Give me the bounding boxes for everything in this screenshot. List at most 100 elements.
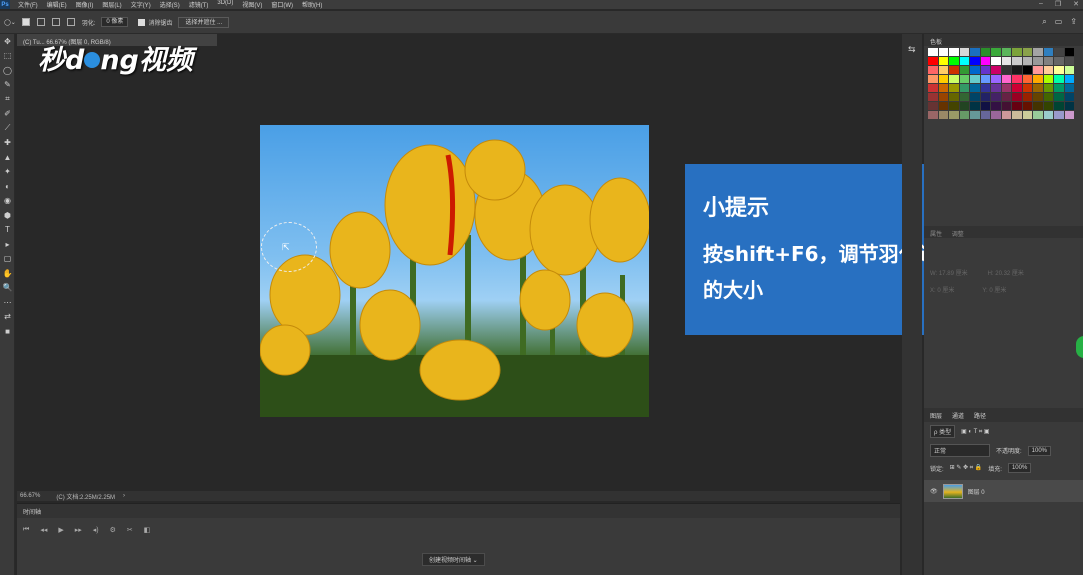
color-swatch[interactable] [928, 93, 938, 101]
color-swatch[interactable] [1064, 66, 1074, 74]
color-swatch[interactable] [949, 57, 959, 65]
tool-icon[interactable]: T [0, 223, 15, 238]
color-swatch[interactable] [1043, 48, 1053, 56]
close-icon[interactable]: ✕ [1073, 0, 1079, 8]
color-swatch[interactable] [938, 102, 948, 110]
color-swatch[interactable] [1022, 102, 1032, 110]
tool-icon[interactable]: ▢ [0, 252, 15, 267]
color-swatch[interactable] [1064, 93, 1074, 101]
menu-item[interactable]: 选择(S) [160, 0, 180, 9]
tool-icon[interactable]: ✎ [0, 78, 15, 93]
tool-icon[interactable]: ⋯ [0, 295, 15, 310]
tool-icon[interactable]: ✋ [0, 266, 15, 281]
prev-frame-icon[interactable]: ◂◂ [40, 526, 47, 534]
layer-row[interactable]: 👁 图层 0 [924, 480, 1083, 502]
tool-icon[interactable]: ✦ [0, 165, 15, 180]
color-swatch[interactable] [991, 75, 1001, 83]
color-swatch[interactable] [1064, 48, 1074, 56]
menu-item[interactable]: 文字(Y) [131, 0, 151, 9]
audio-icon[interactable]: ◂) [93, 526, 99, 534]
subtract-selection-icon[interactable] [51, 18, 60, 26]
menu-item[interactable]: 编辑(E) [47, 0, 67, 9]
tulip-photo[interactable] [260, 125, 649, 417]
color-swatch[interactable] [949, 75, 959, 83]
color-swatch[interactable] [1012, 111, 1022, 119]
tab-paths[interactable]: 路径 [974, 411, 986, 420]
tool-icon[interactable]: ⬚ [0, 49, 15, 64]
color-swatch[interactable] [970, 48, 980, 56]
tool-icon[interactable]: ◯ [0, 63, 15, 78]
color-swatch[interactable] [959, 48, 969, 56]
zoom-level[interactable]: 66.67% [20, 493, 40, 499]
color-swatch[interactable] [928, 48, 938, 56]
next-frame-icon[interactable]: ▸▸ [75, 526, 82, 534]
properties-y[interactable]: Y: 0 厘米 [982, 285, 1006, 294]
color-swatch[interactable] [928, 111, 938, 119]
color-swatch[interactable] [959, 84, 969, 92]
tab-layers[interactable]: 图层 [930, 411, 942, 420]
menu-item[interactable]: 图层(L) [102, 0, 121, 9]
color-swatch[interactable] [1001, 102, 1011, 110]
search-icon[interactable]: ⌕ [1042, 17, 1046, 27]
layer-name[interactable]: 图层 0 [968, 487, 985, 496]
color-swatch[interactable] [1033, 66, 1043, 74]
color-swatch[interactable] [991, 57, 1001, 65]
color-swatch[interactable] [1012, 93, 1022, 101]
first-frame-icon[interactable]: ⏮ [23, 526, 29, 534]
color-swatch[interactable] [1012, 48, 1022, 56]
history-icon[interactable]: ⇆ [902, 34, 922, 55]
color-swatch[interactable] [980, 111, 990, 119]
color-swatch[interactable] [991, 66, 1001, 74]
color-swatch[interactable] [1033, 48, 1043, 56]
tool-icon[interactable]: ✐ [0, 107, 15, 122]
fill-input[interactable]: 100% [1007, 463, 1032, 473]
settings-icon[interactable]: ⚙ [110, 526, 116, 534]
color-swatch[interactable] [1043, 75, 1053, 83]
menu-item[interactable]: 3D(D) [217, 0, 233, 9]
properties-x[interactable]: X: 0 厘米 [930, 285, 954, 294]
color-swatch[interactable] [1033, 111, 1043, 119]
color-swatch[interactable] [1064, 84, 1074, 92]
color-swatch[interactable] [1043, 84, 1053, 92]
split-icon[interactable]: ✂ [127, 526, 133, 534]
tool-icon[interactable]: ✚ [0, 136, 15, 151]
minimize-icon[interactable]: – [1039, 0, 1043, 8]
workspace-icon[interactable]: ▭ [1055, 17, 1063, 27]
color-swatch[interactable] [970, 102, 980, 110]
color-swatch[interactable] [938, 66, 948, 74]
color-swatch[interactable] [991, 111, 1001, 119]
color-swatch[interactable] [959, 57, 969, 65]
properties-height[interactable]: H: 20.32 厘米 [988, 268, 1024, 277]
color-swatch[interactable] [1022, 75, 1032, 83]
color-swatch[interactable] [1001, 66, 1011, 74]
color-swatch[interactable] [1022, 84, 1032, 92]
tool-icon[interactable]: ⌗ [0, 92, 15, 107]
color-swatch[interactable] [959, 75, 969, 83]
menu-item[interactable]: 视图(V) [242, 0, 262, 9]
swatches-tab[interactable]: 色板 [924, 34, 1083, 46]
color-swatch[interactable] [1054, 75, 1064, 83]
color-swatch[interactable] [1001, 48, 1011, 56]
transition-icon[interactable]: ◧ [144, 526, 151, 534]
color-swatch[interactable] [1022, 66, 1032, 74]
color-swatch[interactable] [1012, 84, 1022, 92]
color-swatch[interactable] [928, 66, 938, 74]
color-swatch[interactable] [1033, 93, 1043, 101]
color-swatch[interactable] [980, 84, 990, 92]
color-swatch[interactable] [970, 111, 980, 119]
color-swatch[interactable] [1001, 111, 1011, 119]
color-swatch[interactable] [1064, 75, 1074, 83]
color-swatch[interactable] [980, 57, 990, 65]
color-swatch[interactable] [1022, 57, 1032, 65]
new-selection-icon[interactable] [21, 18, 30, 26]
color-swatch[interactable] [1054, 111, 1064, 119]
color-swatch[interactable] [1033, 84, 1043, 92]
color-swatch[interactable] [1043, 93, 1053, 101]
menu-item[interactable]: 帮助(H) [302, 0, 322, 9]
color-swatch[interactable] [949, 66, 959, 74]
tab-channels[interactable]: 通道 [952, 411, 964, 420]
color-swatch[interactable] [980, 66, 990, 74]
color-swatch[interactable] [1054, 93, 1064, 101]
color-swatch[interactable] [1012, 66, 1022, 74]
status-expand-icon[interactable]: › [123, 493, 125, 499]
